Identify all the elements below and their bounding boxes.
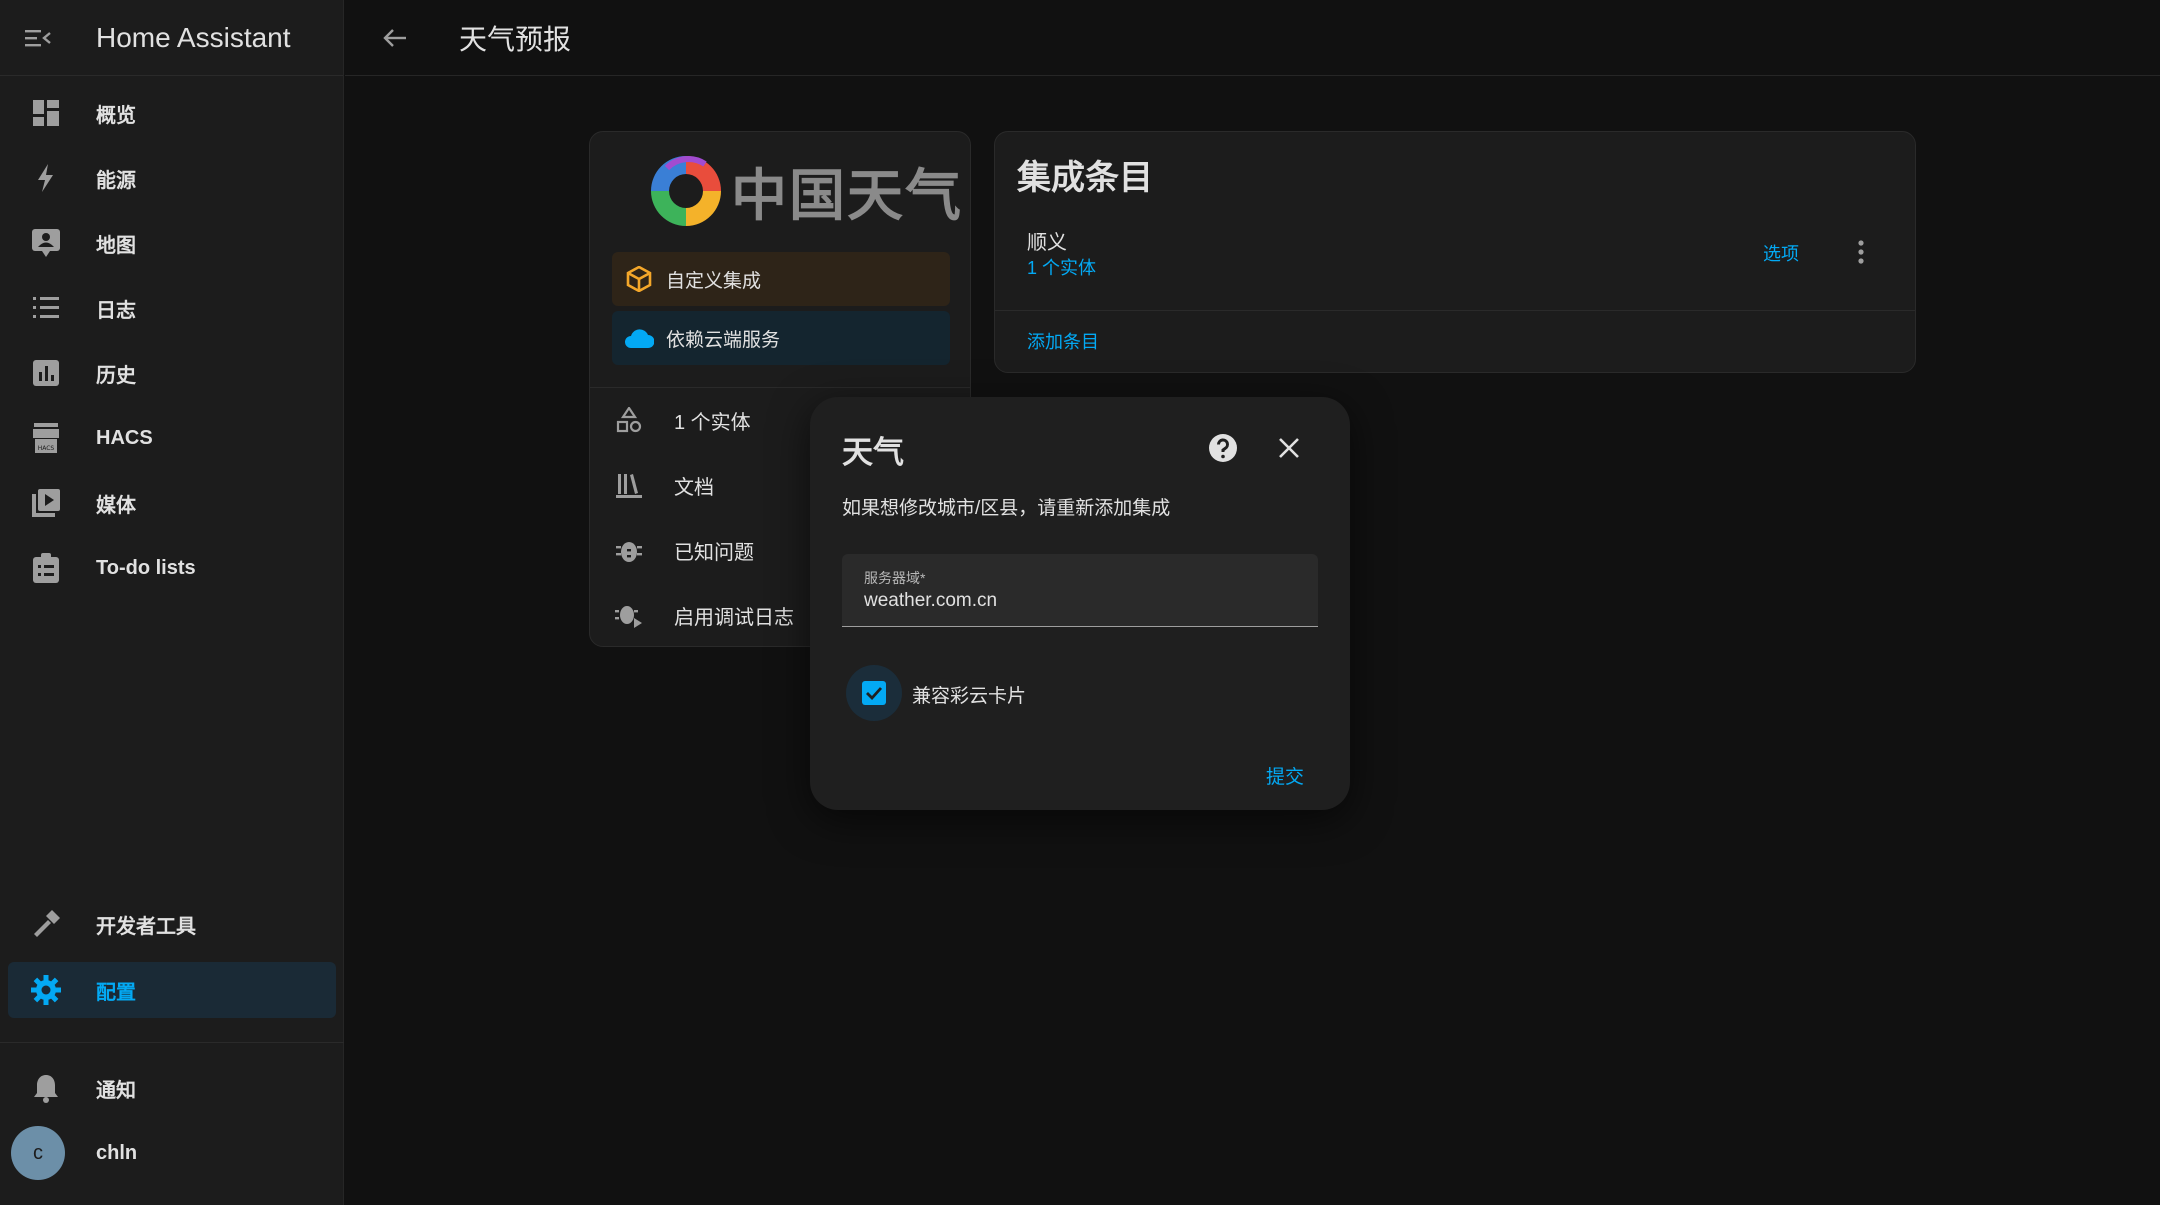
sidebar-item-map[interactable]: 地图 <box>8 215 336 271</box>
field-label: 服务器域* <box>864 570 926 586</box>
svg-text:HACS: HACS <box>38 445 55 452</box>
help-circle-icon <box>1209 434 1237 462</box>
sidebar-item-hacs[interactable]: HACS HACS <box>8 410 336 466</box>
integration-entries-card: 集成条目 顺义 1 个实体 选项 添加条目 <box>994 131 1916 373</box>
documentation-link[interactable]: 文档 <box>614 465 714 505</box>
back-button[interactable] <box>367 10 423 66</box>
info-divider <box>590 387 970 388</box>
entries-divider <box>995 310 1915 311</box>
entry-more-button[interactable] <box>1841 232 1881 272</box>
sidebar-item-history[interactable]: 历史 <box>8 345 336 401</box>
checkmark-icon <box>866 687 883 700</box>
sidebar-item-overview[interactable]: 概览 <box>8 85 336 141</box>
bell-icon <box>8 1073 68 1103</box>
sidebar-item-user[interactable]: c chln <box>8 1125 336 1181</box>
chart-box-icon <box>8 360 68 386</box>
info-row-label: 已知问题 <box>674 541 754 564</box>
sidebar-item-logbook[interactable]: 日志 <box>8 280 336 336</box>
integration-logo: 中国天气 <box>645 150 963 232</box>
entities-link[interactable]: 1 个实体 <box>614 400 751 440</box>
page-title: 天气预报 <box>459 23 572 55</box>
close-button[interactable] <box>1274 433 1304 463</box>
submit-button[interactable]: 提交 <box>1266 762 1304 789</box>
gear-icon <box>8 975 68 1005</box>
sidebar-divider <box>0 1042 344 1043</box>
sidebar-item-label: HACS <box>96 426 153 449</box>
sidebar-item-notifications[interactable]: 通知 <box>8 1060 336 1116</box>
menu-open-icon <box>25 29 51 46</box>
app-title: Home Assistant <box>96 21 291 53</box>
sidebar-item-energy[interactable]: 能源 <box>8 150 336 206</box>
sidebar-item-label: To-do lists <box>96 556 196 579</box>
add-entry-button[interactable]: 添加条目 <box>1027 328 1099 354</box>
map-account-icon <box>8 229 68 257</box>
sidebar-item-label: 开发者工具 <box>96 915 196 938</box>
cloud-icon <box>624 327 654 349</box>
entries-title: 集成条目 <box>1017 159 1153 197</box>
sidebar-item-label: 媒体 <box>96 494 136 517</box>
sidebar-header: Home Assistant <box>0 0 343 76</box>
debug-logging-link[interactable]: 启用调试日志 <box>614 595 794 635</box>
avatar: c <box>11 1126 65 1180</box>
dialog-title: 天气 <box>842 435 904 470</box>
sidebar-item-settings[interactable]: 配置 <box>8 962 336 1018</box>
caiyun-compat-checkbox[interactable] <box>846 665 902 721</box>
clipboard-list-icon <box>8 553 68 583</box>
sidebar-item-todo[interactable]: To-do lists <box>8 540 336 596</box>
checkbox-box <box>862 681 886 705</box>
menu-toggle-button[interactable] <box>0 0 76 76</box>
dots-vertical-icon <box>1858 240 1864 264</box>
info-row-label: 启用调试日志 <box>674 606 794 629</box>
options-dialog: 天气 如果想修改城市/区县，请重新添加集成 服务器域* weather.com.… <box>810 397 1350 810</box>
bug-icon <box>614 536 644 564</box>
package-icon <box>624 266 654 292</box>
shapes-icon <box>614 407 644 433</box>
library-icon <box>614 472 644 498</box>
entry-entities-link[interactable]: 1 个实体 <box>1027 254 1096 280</box>
dashboard-icon <box>8 100 68 126</box>
hammer-icon <box>8 910 68 938</box>
server-domain-field[interactable]: 服务器域* weather.com.cn <box>842 554 1318 627</box>
hacs-store-icon: HACS <box>8 423 68 453</box>
entry-options-button[interactable]: 选项 <box>1763 240 1799 266</box>
sidebar-item-label: 配置 <box>96 981 136 1004</box>
arrow-left-icon <box>383 28 406 47</box>
dialog-description: 如果想修改城市/区县，请重新添加集成 <box>842 498 1171 519</box>
app-root: Home Assistant 概览 能源 地图 日志 历史 HACS HACS … <box>0 0 2160 1205</box>
sidebar-item-label: 通知 <box>96 1079 136 1102</box>
known-issues-link[interactable]: 已知问题 <box>614 530 754 570</box>
custom-integration-chip: 自定义集成 <box>612 252 950 306</box>
user-name: chln <box>96 1141 138 1164</box>
lightning-icon <box>8 164 68 192</box>
sidebar-item-label: 能源 <box>96 169 136 192</box>
checkbox-label: 兼容彩云卡片 <box>912 686 1027 707</box>
chip-label: 自定义集成 <box>666 270 762 292</box>
bug-play-icon <box>614 601 644 629</box>
sidebar-item-label: 日志 <box>96 299 136 322</box>
weather-logo-icon <box>651 156 721 226</box>
logo-text: 中国天气 <box>731 163 963 227</box>
top-bar: 天气预报 <box>345 0 2160 76</box>
info-row-label: 1 个实体 <box>674 411 751 434</box>
list-icon <box>8 297 68 319</box>
cloud-service-chip: 依赖云端服务 <box>612 311 950 365</box>
info-row-label: 文档 <box>674 476 714 499</box>
help-button[interactable] <box>1206 431 1240 465</box>
sidebar-item-label: 地图 <box>96 234 136 257</box>
entry-name: 顺义 <box>1027 232 1067 254</box>
field-value: weather.com.cn <box>864 590 998 611</box>
sidebar-item-media[interactable]: 媒体 <box>8 475 336 531</box>
sidebar-item-label: 概览 <box>96 104 136 127</box>
play-box-icon <box>8 489 68 517</box>
sidebar-item-label: 历史 <box>96 364 136 387</box>
close-icon <box>1279 438 1299 458</box>
chip-label: 依赖云端服务 <box>666 329 781 351</box>
sidebar-item-developer-tools[interactable]: 开发者工具 <box>8 896 336 952</box>
sidebar: Home Assistant 概览 能源 地图 日志 历史 HACS HACS … <box>0 0 344 1205</box>
